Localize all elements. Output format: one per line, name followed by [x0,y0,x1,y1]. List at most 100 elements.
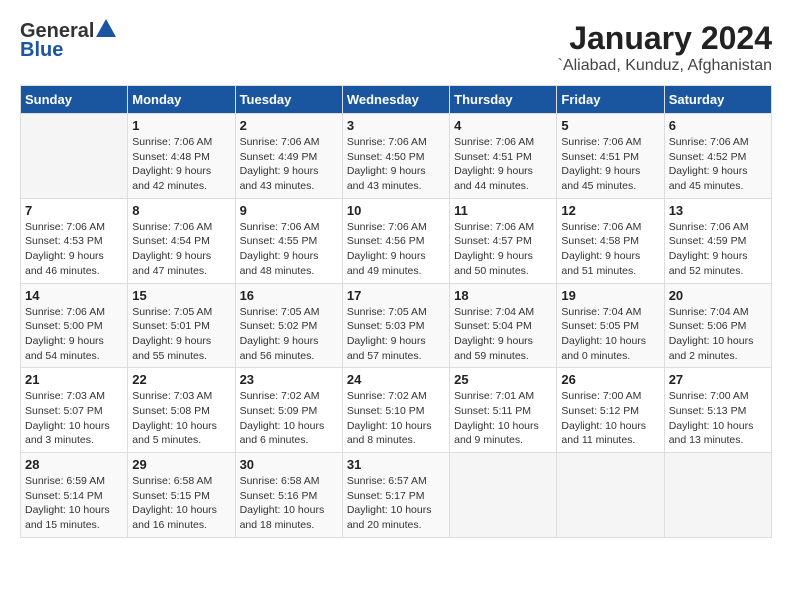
calendar-cell: 26 Sunrise: 7:00 AMSunset: 5:12 PMDayligh… [557,368,664,453]
calendar-cell: 7 Sunrise: 7:06 AMSunset: 4:53 PMDaylight… [21,198,128,283]
day-info: Sunrise: 6:59 AMSunset: 5:14 PMDaylight:… [25,474,123,533]
column-header-monday: Monday [128,86,235,114]
calendar-cell: 17Sunrise: 7:05 AMSunset: 5:03 PMDayligh… [342,283,449,368]
day-info: Sunrise: 7:06 AMSunset: 4:52 PMDaylight:… [669,135,767,194]
column-header-friday: Friday [557,86,664,114]
calendar-cell: 3 Sunrise: 7:06 AMSunset: 4:50 PMDaylight… [342,114,449,199]
day-info: Sunrise: 7:06 AMSunset: 4:51 PMDaylight:… [561,135,659,194]
day-info: Sunrise: 6:58 AMSunset: 5:15 PMDaylight:… [132,474,230,533]
calendar-cell: 30 Sunrise: 6:58 AMSunset: 5:16 PMDayligh… [235,453,342,538]
day-info: Sunrise: 7:06 AMSunset: 4:55 PMDaylight:… [240,220,338,279]
logo: General Blue [20,20,116,62]
calendar-body: 1Sunrise: 7:06 AMSunset: 4:48 PMDaylight… [21,114,772,538]
day-info: Sunrise: 7:06 AMSunset: 4:58 PMDaylight:… [561,220,659,279]
calendar-cell: 25Sunrise: 7:01 AMSunset: 5:11 PMDayligh… [450,368,557,453]
calendar-cell [557,453,664,538]
day-info: Sunrise: 7:03 AMSunset: 5:07 PMDaylight:… [25,389,123,448]
calendar-cell: 14 Sunrise: 7:06 AMSunset: 5:00 PMDayligh… [21,283,128,368]
calendar-cell: 27 Sunrise: 7:00 AMSunset: 5:13 PMDayligh… [664,368,771,453]
calendar-cell: 15 Sunrise: 7:05 AMSunset: 5:01 PMDayligh… [128,283,235,368]
day-info: Sunrise: 7:00 AMSunset: 5:13 PMDaylight:… [669,389,767,448]
calendar-cell: 1Sunrise: 7:06 AMSunset: 4:48 PMDaylight… [128,114,235,199]
day-info: Sunrise: 7:06 AMSunset: 4:51 PMDaylight:… [454,135,552,194]
day-number: 22 [132,372,230,387]
day-number: 6 [669,118,767,133]
day-number: 23 [240,372,338,387]
calendar-cell: 4Sunrise: 7:06 AMSunset: 4:51 PMDaylight… [450,114,557,199]
day-number: 8 [132,203,230,218]
column-header-saturday: Saturday [664,86,771,114]
calendar-week-row: 21 Sunrise: 7:03 AMSunset: 5:07 PMDayligh… [21,368,772,453]
day-number: 11 [454,203,552,218]
day-info: Sunrise: 6:57 AMSunset: 5:17 PMDaylight:… [347,474,445,533]
calendar-cell: 22Sunrise: 7:03 AMSunset: 5:08 PMDayligh… [128,368,235,453]
day-number: 21 [25,372,123,387]
day-number: 29 [132,457,230,472]
day-number: 20 [669,288,767,303]
day-number: 31 [347,457,445,472]
day-number: 15 [132,288,230,303]
day-number: 1 [132,118,230,133]
calendar-week-row: 14 Sunrise: 7:06 AMSunset: 5:00 PMDayligh… [21,283,772,368]
calendar-header-row: SundayMondayTuesdayWednesdayThursdayFrid… [21,86,772,114]
day-info: Sunrise: 7:06 AMSunset: 4:53 PMDaylight:… [25,220,123,279]
page-header: General Blue January 2024 `Aliabad, Kund… [20,20,772,75]
calendar-cell: 10 Sunrise: 7:06 AMSunset: 4:56 PMDayligh… [342,198,449,283]
logo-icon [96,19,116,37]
day-info: Sunrise: 7:05 AMSunset: 5:03 PMDaylight:… [347,305,445,364]
calendar-cell: 12 Sunrise: 7:06 AMSunset: 4:58 PMDayligh… [557,198,664,283]
column-header-thursday: Thursday [450,86,557,114]
calendar-cell: 16 Sunrise: 7:05 AMSunset: 5:02 PMDayligh… [235,283,342,368]
column-header-sunday: Sunday [21,86,128,114]
calendar-week-row: 7 Sunrise: 7:06 AMSunset: 4:53 PMDaylight… [21,198,772,283]
day-number: 27 [669,372,767,387]
day-number: 25 [454,372,552,387]
day-info: Sunrise: 7:02 AMSunset: 5:09 PMDaylight:… [240,389,338,448]
day-number: 30 [240,457,338,472]
day-info: Sunrise: 6:58 AMSunset: 5:16 PMDaylight:… [240,474,338,533]
day-number: 7 [25,203,123,218]
calendar-cell [450,453,557,538]
day-number: 18 [454,288,552,303]
page-subtitle: `Aliabad, Kunduz, Afghanistan [558,57,772,75]
day-number: 10 [347,203,445,218]
day-info: Sunrise: 7:06 AMSunset: 4:50 PMDaylight:… [347,135,445,194]
calendar-cell: 20 Sunrise: 7:04 AMSunset: 5:06 PMDayligh… [664,283,771,368]
day-number: 28 [25,457,123,472]
calendar-cell: 2 Sunrise: 7:06 AMSunset: 4:49 PMDaylight… [235,114,342,199]
title-block: January 2024 `Aliabad, Kunduz, Afghanist… [558,20,772,75]
calendar-cell: 18Sunrise: 7:04 AMSunset: 5:04 PMDayligh… [450,283,557,368]
day-number: 2 [240,118,338,133]
day-number: 12 [561,203,659,218]
day-number: 19 [561,288,659,303]
calendar-cell: 13Sunrise: 7:06 AMSunset: 4:59 PMDayligh… [664,198,771,283]
calendar-table: SundayMondayTuesdayWednesdayThursdayFrid… [20,85,772,538]
calendar-week-row: 28 Sunrise: 6:59 AMSunset: 5:14 PMDayligh… [21,453,772,538]
day-info: Sunrise: 7:00 AMSunset: 5:12 PMDaylight:… [561,389,659,448]
calendar-cell: 11 Sunrise: 7:06 AMSunset: 4:57 PMDayligh… [450,198,557,283]
calendar-cell: 31 Sunrise: 6:57 AMSunset: 5:17 PMDayligh… [342,453,449,538]
day-number: 16 [240,288,338,303]
day-info: Sunrise: 7:04 AMSunset: 5:05 PMDaylight:… [561,305,659,364]
day-number: 9 [240,203,338,218]
day-number: 3 [347,118,445,133]
day-info: Sunrise: 7:04 AMSunset: 5:06 PMDaylight:… [669,305,767,364]
calendar-cell: 24Sunrise: 7:02 AMSunset: 5:10 PMDayligh… [342,368,449,453]
calendar-cell: 21 Sunrise: 7:03 AMSunset: 5:07 PMDayligh… [21,368,128,453]
calendar-cell: 23 Sunrise: 7:02 AMSunset: 5:09 PMDayligh… [235,368,342,453]
day-info: Sunrise: 7:05 AMSunset: 5:02 PMDaylight:… [240,305,338,364]
day-info: Sunrise: 7:06 AMSunset: 4:54 PMDaylight:… [132,220,230,279]
calendar-cell: 8 Sunrise: 7:06 AMSunset: 4:54 PMDaylight… [128,198,235,283]
day-info: Sunrise: 7:05 AMSunset: 5:01 PMDaylight:… [132,305,230,364]
day-number: 14 [25,288,123,303]
day-info: Sunrise: 7:06 AMSunset: 4:49 PMDaylight:… [240,135,338,194]
day-number: 5 [561,118,659,133]
day-info: Sunrise: 7:06 AMSunset: 4:59 PMDaylight:… [669,220,767,279]
column-header-tuesday: Tuesday [235,86,342,114]
calendar-cell: 9 Sunrise: 7:06 AMSunset: 4:55 PMDaylight… [235,198,342,283]
day-info: Sunrise: 7:06 AMSunset: 4:56 PMDaylight:… [347,220,445,279]
day-info: Sunrise: 7:06 AMSunset: 5:00 PMDaylight:… [25,305,123,364]
day-number: 26 [561,372,659,387]
day-info: Sunrise: 7:06 AMSunset: 4:57 PMDaylight:… [454,220,552,279]
calendar-cell: 19 Sunrise: 7:04 AMSunset: 5:05 PMDayligh… [557,283,664,368]
